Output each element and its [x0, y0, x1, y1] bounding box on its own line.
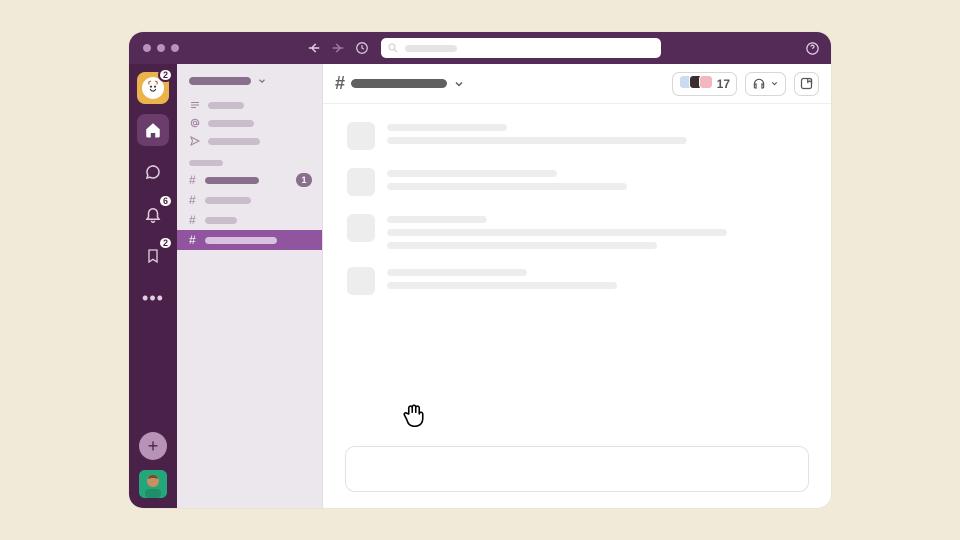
channel-sidebar: # 1# # #	[177, 64, 323, 508]
message[interactable]	[347, 168, 807, 196]
huddle-button[interactable]	[745, 72, 786, 96]
message-composer[interactable]	[345, 446, 809, 492]
channel-header: # 17	[323, 64, 831, 104]
sidebar-item-mentions[interactable]	[177, 114, 322, 132]
forward-button[interactable]	[329, 39, 347, 57]
members-button[interactable]: 17	[672, 72, 737, 96]
app-window: 2 6 2 ••• +	[129, 32, 831, 508]
unread-badge: 1	[296, 173, 312, 187]
message-avatar	[347, 214, 375, 242]
search-placeholder	[405, 45, 457, 52]
sidebar-item-drafts[interactable]	[177, 132, 322, 150]
home-tab[interactable]	[137, 114, 169, 146]
message-avatar	[347, 267, 375, 295]
close-dot[interactable]	[143, 44, 151, 52]
channel-name-button[interactable]: #	[335, 73, 465, 94]
member-avatar	[699, 75, 713, 89]
message-avatar	[347, 168, 375, 196]
hash-icon: #	[189, 213, 199, 227]
channel-item[interactable]: #	[177, 190, 322, 210]
canvas-button[interactable]	[794, 72, 819, 96]
later-tab[interactable]: 2	[137, 240, 169, 272]
dms-tab[interactable]	[137, 156, 169, 188]
sidebar-item-threads[interactable]	[177, 96, 322, 114]
member-count: 17	[717, 77, 730, 91]
message-list[interactable]	[323, 104, 831, 440]
chevron-down-icon	[453, 78, 465, 90]
activity-tab[interactable]: 6	[137, 198, 169, 230]
search-input[interactable]	[381, 38, 661, 58]
nav-rail: 2 6 2 ••• +	[129, 64, 177, 508]
message[interactable]	[347, 122, 807, 150]
workspace-switcher[interactable]: 2	[137, 72, 169, 104]
window-controls[interactable]	[143, 44, 179, 52]
activity-badge: 6	[158, 194, 173, 208]
later-badge: 2	[158, 236, 173, 250]
minimize-dot[interactable]	[157, 44, 165, 52]
hash-icon: #	[189, 173, 199, 187]
threads-icon	[189, 99, 201, 111]
at-icon	[189, 117, 201, 129]
send-icon	[189, 135, 201, 147]
hash-icon: #	[189, 233, 199, 247]
workspace-badge: 2	[158, 68, 173, 82]
channel-item[interactable]: #	[177, 210, 322, 230]
message[interactable]	[347, 267, 807, 295]
titlebar	[129, 32, 831, 64]
more-tab[interactable]: •••	[137, 282, 169, 314]
zoom-dot[interactable]	[171, 44, 179, 52]
chevron-down-icon	[257, 76, 267, 86]
help-button[interactable]	[803, 39, 821, 57]
channels-section-label[interactable]	[189, 160, 223, 166]
user-avatar[interactable]	[139, 470, 167, 498]
channel-item[interactable]: # 1	[177, 170, 322, 190]
back-button[interactable]	[305, 39, 323, 57]
workspace-name	[189, 77, 251, 85]
chevron-down-icon	[770, 79, 779, 88]
headphones-icon	[752, 77, 766, 91]
create-button[interactable]: +	[139, 432, 167, 460]
message[interactable]	[347, 214, 807, 249]
workspace-menu[interactable]	[177, 72, 322, 96]
channel-item[interactable]: #	[177, 230, 322, 250]
history-button[interactable]	[353, 39, 371, 57]
ellipsis-icon: •••	[142, 288, 164, 309]
message-avatar	[347, 122, 375, 150]
hash-icon: #	[335, 73, 345, 94]
main-pane: # 17	[323, 64, 831, 508]
hash-icon: #	[189, 193, 199, 207]
canvas-icon	[799, 76, 814, 91]
